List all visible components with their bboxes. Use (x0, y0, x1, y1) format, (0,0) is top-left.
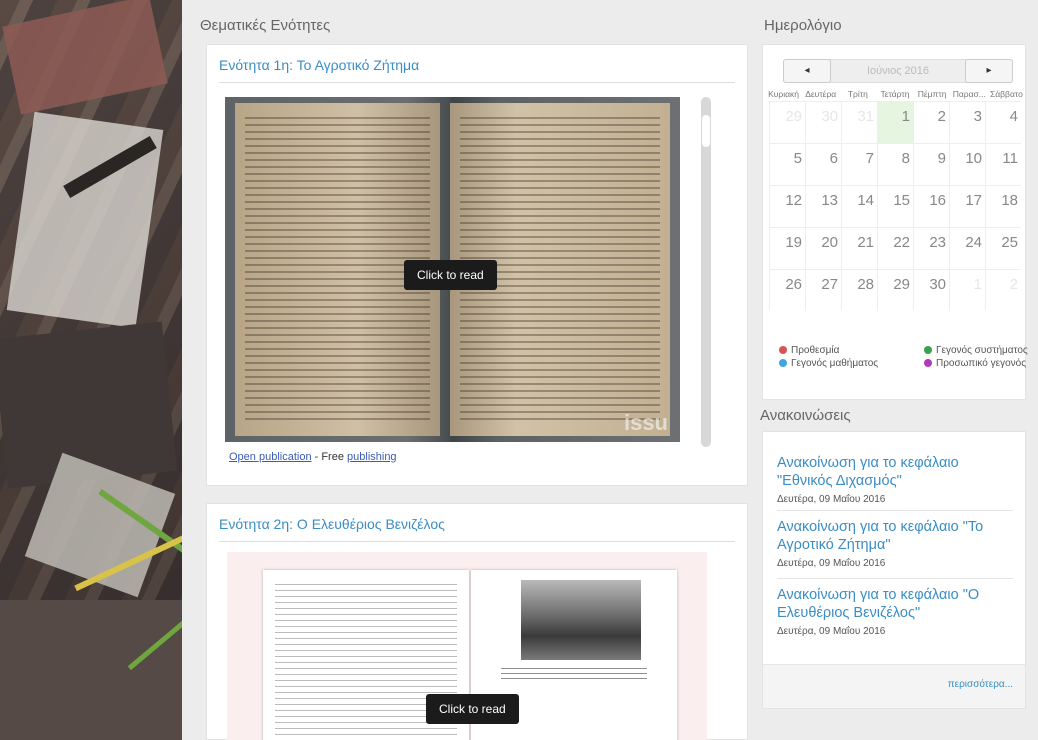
calendar-day[interactable]: 14 (841, 186, 877, 227)
calendar-day[interactable]: 5 (769, 144, 805, 185)
calendar-day[interactable]: 7 (841, 144, 877, 185)
calendar-day[interactable]: 2 (985, 270, 1021, 311)
calendar-header: ◂ Ιούνιος 2016 ▸ (783, 59, 1013, 83)
announcement-item: Ανακοίνωση για το κεφάλαιο "Το Αγροτικό … (777, 518, 1017, 569)
announcement-link[interactable]: Ανακοίνωση για το κεφάλαιο "Εθνικός Διχα… (777, 454, 1017, 490)
next-month-button[interactable]: ▸ (965, 59, 1013, 83)
calendar-day[interactable]: 9 (913, 144, 949, 185)
personal-event-dot (924, 359, 932, 367)
calendar-panel: ◂ Ιούνιος 2016 ▸ Κυριακή Δευτέρα Τρίτη Τ… (762, 44, 1028, 400)
calendar-day[interactable]: 11 (985, 144, 1021, 185)
calendar-day[interactable]: 17 (949, 186, 985, 227)
calendar-day[interactable]: 6 (805, 144, 841, 185)
calendar-title: Ημερολόγιο (764, 17, 842, 34)
announcements-panel: Ανακοίνωση για το κεφάλαιο "Εθνικός Διχα… (762, 431, 1026, 709)
announcement-link[interactable]: Ανακοίνωση για το κεφάλαιο "Το Αγροτικό … (777, 518, 1017, 554)
calendar-day[interactable]: 30 (913, 270, 949, 311)
background-image (0, 0, 182, 740)
divider (219, 541, 735, 542)
calendar-day[interactable]: 21 (841, 228, 877, 269)
calendar-day[interactable]: 23 (913, 228, 949, 269)
divider (777, 578, 1013, 579)
calendar-day-today[interactable]: 1 (877, 102, 913, 143)
announcement-item: Ανακοίνωση για το κεφάλαιο "Εθνικός Διχα… (777, 454, 1017, 505)
calendar-day[interactable]: 1 (949, 270, 985, 311)
calendar-day[interactable]: 15 (877, 186, 913, 227)
calendar-day[interactable]: 25 (985, 228, 1021, 269)
calendar-day[interactable]: 24 (949, 228, 985, 269)
unit1-title[interactable]: Ενότητα 1η: Το Αγροτικό Ζήτημα (219, 57, 419, 73)
divider (777, 510, 1013, 511)
calendar-day[interactable]: 27 (805, 270, 841, 311)
calendar-day[interactable]: 16 (913, 186, 949, 227)
announcement-link[interactable]: Ανακοίνωση για το κεφάλαιο "Ο Ελευθέριος… (777, 586, 1017, 622)
legend-course-event: Γεγονός μαθήματος (779, 358, 878, 369)
calendar-day[interactable]: 18 (985, 186, 1021, 227)
announcements-title: Ανακοινώσεις (760, 407, 851, 424)
calendar-weekdays: Κυριακή Δευτέρα Τρίτη Τετάρτη Πέμπτη Παρ… (765, 89, 1025, 99)
weekday-label: Παρασ... (952, 89, 986, 99)
calendar-week-row: 19 20 21 22 23 24 25 (769, 227, 1021, 269)
calendar-day[interactable]: 29 (877, 270, 913, 311)
calendar-day[interactable]: 10 (949, 144, 985, 185)
calendar-day[interactable]: 3 (949, 102, 985, 143)
free-text: - Free (311, 451, 348, 463)
calendar-day[interactable]: 31 (841, 102, 877, 143)
weekday-label: Δευτέρα (805, 89, 837, 99)
reader-scrollbar[interactable] (701, 97, 711, 447)
calendar-day[interactable]: 2 (913, 102, 949, 143)
prev-month-button[interactable]: ◂ (783, 59, 831, 83)
more-announcements-link[interactable]: περισσότερα... (948, 679, 1013, 690)
legend-personal-event: Προσωπικό γεγονός (924, 358, 1026, 369)
weekday-label: Τετάρτη (880, 89, 910, 99)
calendar-day[interactable]: 19 (769, 228, 805, 269)
issuu-watermark: issu (623, 410, 668, 435)
announcement-date: Δευτέρα, 09 Μαΐου 2016 (777, 494, 886, 505)
click-to-read-button-unit1[interactable]: Click to read (404, 260, 497, 290)
calendar-day[interactable]: 29 (769, 102, 805, 143)
course-event-dot (779, 359, 787, 367)
calendar-week-row: 5 6 7 8 9 10 11 (769, 143, 1021, 185)
historical-photo (521, 580, 641, 660)
unit1-panel: Ενότητα 1η: Το Αγροτικό Ζήτημα issu Clic… (206, 44, 748, 486)
unit2-panel: Ενότητα 2η: Ο Ελευθέριος Βενιζέλος Click… (206, 503, 748, 740)
calendar-month: Ιούνιος 2016 (866, 65, 930, 77)
open-publication-line: Open publication - Free publishing (229, 451, 397, 463)
announcement-date: Δευτέρα, 09 Μαΐου 2016 (777, 558, 886, 569)
calendar-day[interactable]: 30 (805, 102, 841, 143)
weekday-label: Τρίτη (847, 89, 868, 99)
click-to-read-button-unit2[interactable]: Click to read (426, 694, 519, 724)
calendar-day[interactable]: 12 (769, 186, 805, 227)
weekday-label: Σάββατο (990, 89, 1023, 99)
calendar-grid: 29 30 31 1 2 3 4 5 6 7 8 9 10 11 12 13 14 15 16 17 18 19 20 21 2… (769, 101, 1021, 311)
calendar-day[interactable]: 26 (769, 270, 805, 311)
section-title: Θεματικές Ενότητες (200, 17, 331, 34)
calendar-week-row: 29 30 31 1 2 3 4 (769, 101, 1021, 143)
open-publication-link[interactable]: Open publication (229, 451, 312, 463)
divider (219, 82, 735, 83)
unit2-title[interactable]: Ενότητα 2η: Ο Ελευθέριος Βενιζέλος (219, 516, 445, 532)
calendar-day[interactable]: 13 (805, 186, 841, 227)
calendar-day[interactable]: 20 (805, 228, 841, 269)
calendar-day[interactable]: 28 (841, 270, 877, 311)
calendar-day[interactable]: 4 (985, 102, 1021, 143)
legend-system-event: Γεγονός συστήματος (924, 345, 1028, 356)
publishing-link[interactable]: publishing (347, 451, 397, 463)
calendar-week-row: 12 13 14 15 16 17 18 (769, 185, 1021, 227)
announcement-item: Ανακοίνωση για το κεφάλαιο "Ο Ελευθέριος… (777, 586, 1017, 637)
announcements-footer: περισσότερα... (763, 664, 1025, 708)
legend-deadline: Προθεσμία (779, 345, 839, 356)
weekday-label: Πέμπτη (917, 89, 947, 99)
calendar-day[interactable]: 22 (877, 228, 913, 269)
calendar-day[interactable]: 8 (877, 144, 913, 185)
calendar-week-row: 26 27 28 29 30 1 2 (769, 269, 1021, 311)
announcement-date: Δευτέρα, 09 Μαΐου 2016 (777, 626, 886, 637)
system-event-dot (924, 346, 932, 354)
weekday-label: Κυριακή (768, 89, 800, 99)
deadline-dot (779, 346, 787, 354)
